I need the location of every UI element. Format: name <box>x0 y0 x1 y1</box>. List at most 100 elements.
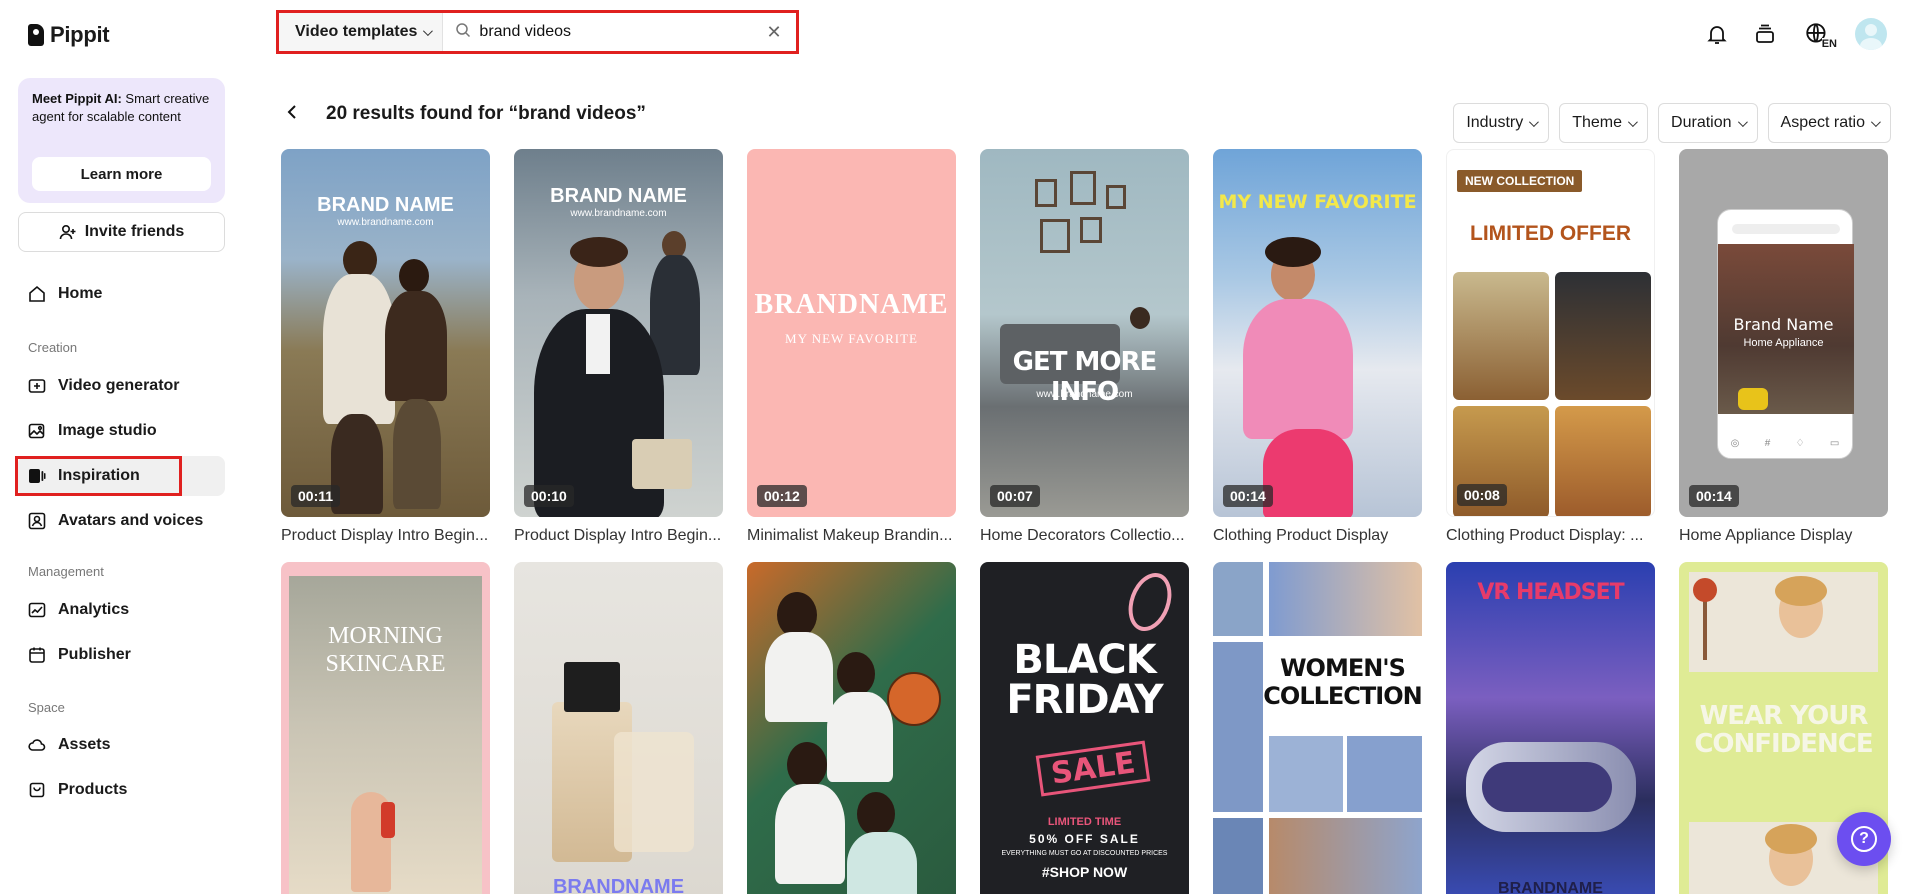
section-creation: Creation <box>28 340 78 355</box>
template-title[interactable]: Minimalist Makeup Brandin... <box>747 527 956 545</box>
template-card[interactable] <box>747 562 956 894</box>
filter-label: Duration <box>1671 114 1732 131</box>
thumbnail-overlay-title: VR HEADSET <box>1477 580 1624 605</box>
template-title[interactable]: Product Display Intro Begin... <box>281 527 490 545</box>
template-card[interactable]: WOMEN'S COLLECTION <box>1213 562 1422 894</box>
filter-bar: Industry Theme Duration Aspect ratio <box>1453 103 1891 143</box>
sidebar-item-avatars-voices[interactable]: Avatars and voices <box>18 501 225 541</box>
invite-friends-button[interactable]: Invite friends <box>18 212 225 252</box>
thumbnail-overlay-title: Brand Name <box>1733 315 1834 334</box>
template-card[interactable]: ◎ # ♢ ▭ Brand Name Home Appliance 00:14 Hom… <box>1679 149 1888 545</box>
learn-more-button[interactable]: Learn more <box>32 157 211 191</box>
back-arrow-icon[interactable] <box>286 104 306 125</box>
template-thumbnail[interactable]: WOMEN'S COLLECTION <box>1213 562 1422 894</box>
sidebar-item-home[interactable]: Home <box>18 274 225 314</box>
sidebar: Pippit Meet Pippit AI: Smart creative ag… <box>0 0 240 894</box>
template-thumbnail[interactable]: BLACK FRIDAY SALE LIMITED TIME 50% OFF S… <box>980 562 1189 894</box>
template-card[interactable]: NEW COLLECTION LIMITED OFFER 00:08 Cloth… <box>1446 149 1655 545</box>
template-thumbnail[interactable] <box>747 562 956 894</box>
template-thumbnail[interactable]: BRANDNAME MY NEW FAVORITE 00:12 <box>747 149 956 517</box>
app-logo[interactable]: Pippit <box>28 22 110 48</box>
chevron-down-icon <box>1870 116 1881 127</box>
stack-icon[interactable] <box>1751 20 1779 48</box>
filter-industry[interactable]: Industry <box>1453 103 1550 143</box>
template-title[interactable]: Clothing Product Display: ... <box>1446 527 1655 545</box>
template-thumbnail[interactable]: BRANDNAME <box>514 562 723 894</box>
home-icon <box>28 285 46 303</box>
invite-friends-label: Invite friends <box>84 223 185 240</box>
template-thumbnail[interactable]: MY NEW FAVORITE 00:14 <box>1213 149 1422 517</box>
sidebar-item-label: Home <box>58 285 103 302</box>
sidebar-item-analytics[interactable]: Analytics <box>18 590 225 630</box>
template-card[interactable]: BRANDNAME <box>514 562 723 894</box>
thumbnail-overlay-subtitle: www.brandname.com <box>570 208 667 219</box>
thumbnail-overlay-title: BLACK FRIDAY <box>1006 637 1163 723</box>
thumbnail-overlay-title: BRAND NAME <box>317 194 454 216</box>
sidebar-item-label: Publisher <box>58 646 131 663</box>
duration-badge: 00:12 <box>757 485 807 507</box>
template-card[interactable]: MORNING SKINCARE <box>281 562 490 894</box>
template-title[interactable]: Product Display Intro Begin... <box>514 527 723 545</box>
sale-badge: SALE <box>1035 740 1151 797</box>
template-card[interactable]: BRAND NAME www.brandname.com 00:11 Produ… <box>281 149 490 545</box>
template-thumbnail[interactable]: NEW COLLECTION LIMITED OFFER 00:08 <box>1446 149 1655 517</box>
template-thumbnail[interactable]: BRAND NAME www.brandname.com 00:11 <box>281 149 490 517</box>
filter-aspect-ratio[interactable]: Aspect ratio <box>1767 103 1891 143</box>
template-thumbnail[interactable]: BRAND NAME www.brandname.com 00:10 <box>514 149 723 517</box>
analytics-icon <box>28 601 46 619</box>
thumbnail-overlay-title: WEAR YOUR CONFIDENCE <box>1694 701 1873 759</box>
thumbnail-overlay-title: MY NEW FAVORITE <box>1218 191 1417 213</box>
search-field: ✕ <box>443 13 796 51</box>
template-title[interactable]: Clothing Product Display <box>1213 527 1422 545</box>
help-button[interactable]: ? <box>1837 812 1891 866</box>
template-grid-row-2: MORNING SKINCARE BRANDNAME BLACK FRIDAY <box>281 562 1888 894</box>
template-card[interactable]: BRAND NAME www.brandname.com 00:10 Produ… <box>514 149 723 545</box>
template-card[interactable]: VR HEADSET BRANDNAME <box>1446 562 1655 894</box>
results-title: 20 results found for “brand videos” <box>326 103 646 124</box>
thumbnail-overlay-subtitle: www.brandname.com <box>1036 389 1133 400</box>
thumbnail-subtitle-3: EVERYTHING MUST GO AT DISCOUNTED PRICES <box>1001 850 1168 857</box>
template-card[interactable]: BLACK FRIDAY SALE LIMITED TIME 50% OFF S… <box>980 562 1189 894</box>
sidebar-item-products[interactable]: Products <box>18 770 225 810</box>
search-category-dropdown[interactable]: Video templates <box>279 13 444 51</box>
bell-icon[interactable] <box>1703 20 1731 48</box>
sidebar-item-assets[interactable]: Assets <box>18 725 225 765</box>
sidebar-item-publisher[interactable]: Publisher <box>18 635 225 675</box>
search-bar: Video templates ✕ <box>276 10 799 54</box>
thumbnail-overlay-subtitle: www.brandname.com <box>337 217 434 228</box>
template-card[interactable]: MY NEW FAVORITE 00:14 Clothing Product D… <box>1213 149 1422 545</box>
duration-badge: 00:07 <box>990 485 1040 507</box>
chevron-down-icon <box>1627 116 1638 127</box>
chevron-down-icon <box>1529 116 1540 127</box>
calendar-icon <box>28 646 46 664</box>
sidebar-item-label: Image studio <box>58 422 157 439</box>
template-card[interactable]: GET MORE INFO www.brandname.com 00:07 Ho… <box>980 149 1189 545</box>
phone-mockup: ◎ # ♢ ▭ <box>1717 209 1854 459</box>
template-thumbnail[interactable]: ◎ # ♢ ▭ Brand Name Home Appliance 00:14 <box>1679 149 1888 517</box>
sidebar-item-video-generator[interactable]: Video generator <box>18 366 225 406</box>
filter-label: Industry <box>1466 114 1524 131</box>
search-icon <box>455 22 471 43</box>
top-right-toolbar: EN <box>1703 18 1887 50</box>
clear-search-icon[interactable]: ✕ <box>764 22 784 43</box>
sidebar-item-image-studio[interactable]: Image studio <box>18 411 225 451</box>
user-avatar[interactable] <box>1855 18 1887 50</box>
thumbnail-overlay-title: LIMITED OFFER <box>1470 222 1631 245</box>
template-thumbnail[interactable]: MORNING SKINCARE <box>281 562 490 894</box>
template-card[interactable]: BRANDNAME MY NEW FAVORITE 00:12 Minimali… <box>747 149 956 545</box>
template-title[interactable]: Home Decorators Collectio... <box>980 527 1189 545</box>
thumbnail-tag: NEW COLLECTION <box>1457 170 1583 192</box>
thumbnail-subtitle-1: LIMITED TIME <box>1047 816 1122 828</box>
globe-lang-icon[interactable]: EN <box>1799 20 1837 50</box>
product-box-icon <box>28 781 46 799</box>
filter-theme[interactable]: Theme <box>1559 103 1649 143</box>
filter-duration[interactable]: Duration <box>1658 103 1758 143</box>
promo-card: Meet Pippit AI: Smart creative agent for… <box>18 78 225 203</box>
search-input[interactable] <box>479 23 756 41</box>
inspiration-highlight <box>15 456 182 496</box>
template-title[interactable]: Home Appliance Display <box>1679 527 1888 545</box>
template-thumbnail[interactable]: VR HEADSET BRANDNAME <box>1446 562 1655 894</box>
template-thumbnail[interactable]: GET MORE INFO www.brandname.com 00:07 <box>980 149 1189 517</box>
thumbnail-overlay-subtitle: Home Appliance <box>1743 337 1824 349</box>
thumbnail-overlay-title: BRAND NAME <box>550 185 687 207</box>
